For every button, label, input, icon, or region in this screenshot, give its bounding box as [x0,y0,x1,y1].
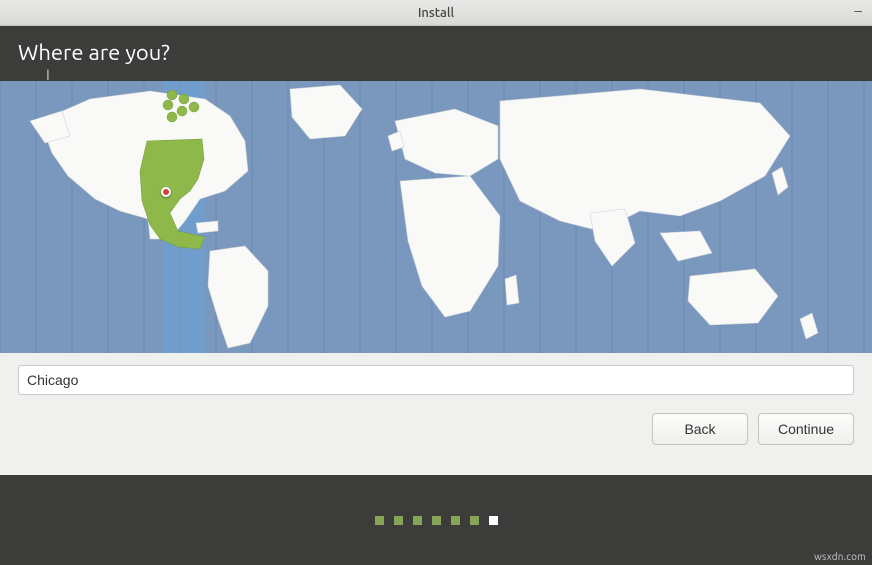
timezone-form [0,353,872,409]
progress-dot-active [489,516,498,525]
progress-dot [451,516,460,525]
window-titlebar: Install – [0,0,872,26]
progress-dot [394,516,403,525]
progress-footer [0,475,872,565]
world-landmass [0,81,872,353]
location-pin-icon [161,187,171,197]
progress-dot [432,516,441,525]
page-title: Where are you? [18,40,854,65]
back-button[interactable]: Back [652,413,748,445]
progress-dot [470,516,479,525]
continue-button[interactable]: Continue [758,413,854,445]
progress-dot [375,516,384,525]
step-header: Where are you? [0,26,872,81]
progress-dot [413,516,422,525]
timezone-input[interactable] [18,365,854,395]
window-title: Install [418,6,454,20]
watermark: wsxdn.com [814,551,866,562]
timezone-map[interactable] [0,81,872,353]
wizard-buttons: Back Continue [0,409,872,461]
minimize-icon[interactable]: – [855,6,862,16]
